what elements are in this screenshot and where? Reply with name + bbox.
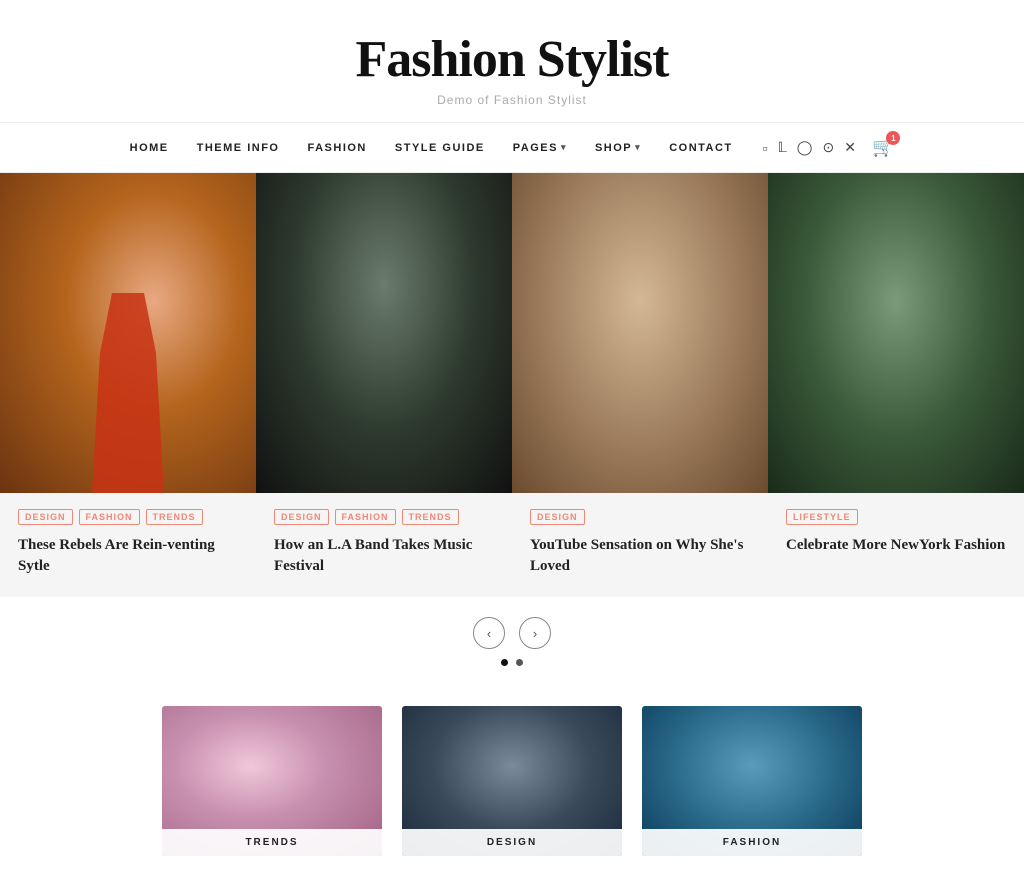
card-3-content: DESIGN YouTube Sensation on Why She's Lo… — [512, 493, 768, 597]
instagram-icon[interactable]: ◯ — [797, 139, 813, 156]
card-3-tags: DESIGN — [530, 509, 750, 525]
card-3-title: YouTube Sensation on Why She's Loved — [530, 535, 750, 577]
nav-fashion[interactable]: FASHION — [307, 142, 366, 154]
card-1-content: DESIGN FASHION TRENDS These Rebels Are R… — [0, 493, 256, 597]
carousel-track: DESIGN FASHION TRENDS These Rebels Are R… — [0, 173, 1024, 597]
nav-contact[interactable]: CONTACT — [669, 142, 732, 154]
carousel-card-4[interactable]: LIFESTYLE Celebrate More NewYork Fashion — [768, 173, 1024, 597]
carousel-card-1[interactable]: DESIGN FASHION TRENDS These Rebels Are R… — [0, 173, 256, 597]
carousel-next-button[interactable]: › — [519, 617, 551, 649]
grid-card-fashion[interactable]: FASHION — [642, 706, 862, 856]
pages-chevron-icon: ▾ — [561, 142, 567, 153]
card-1-image — [0, 173, 256, 493]
grid-label-design: DESIGN — [402, 829, 622, 856]
card-2-content: DESIGN FASHION TRENDS How an L.A Band Ta… — [256, 493, 512, 597]
nav-theme-info[interactable]: THEME INFO — [197, 142, 280, 154]
tag-design[interactable]: DESIGN — [18, 509, 73, 525]
card-2-tags: DESIGN FASHION TRENDS — [274, 509, 494, 525]
carousel-card-3[interactable]: DESIGN YouTube Sensation on Why She's Lo… — [512, 173, 768, 597]
twitter-icon[interactable]: 𝕃 — [778, 139, 787, 156]
carousel-section: DESIGN FASHION TRENDS These Rebels Are R… — [0, 173, 1024, 676]
nav-social: ▫ 𝕃 ◯ ⊙ ✕ 🛒 1 — [763, 137, 895, 158]
nav-links: HOME THEME INFO FASHION STYLE GUIDE PAGE… — [130, 142, 733, 154]
grid-card-design[interactable]: DESIGN — [402, 706, 622, 856]
tag-design-3[interactable]: DESIGN — [530, 509, 585, 525]
cart-badge: 1 — [886, 131, 900, 145]
cart-icon[interactable]: 🛒 1 — [872, 137, 894, 158]
shop-chevron-icon: ▾ — [635, 142, 641, 153]
pinterest-icon[interactable]: ⊙ — [822, 139, 834, 156]
site-title: Fashion Stylist — [20, 30, 1004, 89]
card-2-title: How an L.A Band Takes Music Festival — [274, 535, 494, 577]
site-header: Fashion Stylist Demo of Fashion Stylist — [0, 0, 1024, 123]
site-tagline: Demo of Fashion Stylist — [20, 93, 1004, 107]
facebook-icon[interactable]: ▫ — [763, 140, 768, 156]
grid-label-fashion: FASHION — [642, 829, 862, 856]
tag-lifestyle[interactable]: LIFESTYLE — [786, 509, 858, 525]
card-1-title: These Rebels Are Rein-venting Sytle — [18, 535, 238, 577]
tag-fashion-2[interactable]: FASHION — [335, 509, 396, 525]
tag-design-2[interactable]: DESIGN — [274, 509, 329, 525]
carousel-arrows: ‹ › — [0, 617, 1024, 649]
carousel-nav: ‹ › — [0, 597, 1024, 676]
dot-1[interactable] — [501, 659, 508, 666]
card-4-content: LIFESTYLE Celebrate More NewYork Fashion — [768, 493, 1024, 576]
nav-home[interactable]: HOME — [130, 142, 169, 154]
nav-shop[interactable]: SHOP ▾ — [595, 142, 641, 154]
grid-card-trends[interactable]: TRENDS — [162, 706, 382, 856]
main-nav: HOME THEME INFO FASHION STYLE GUIDE PAGE… — [0, 123, 1024, 173]
prev-arrow-icon: ‹ — [487, 626, 491, 641]
nav-pages[interactable]: PAGES ▾ — [513, 142, 567, 154]
carousel-prev-button[interactable]: ‹ — [473, 617, 505, 649]
next-arrow-icon: › — [533, 626, 537, 641]
tag-trends[interactable]: TRENDS — [146, 509, 203, 525]
card-4-image — [768, 173, 1024, 493]
nav-style-guide[interactable]: STYLE GUIDE — [395, 142, 485, 154]
card-3-image — [512, 173, 768, 493]
grid-label-trends: TRENDS — [162, 829, 382, 856]
tag-trends-2[interactable]: TRENDS — [402, 509, 459, 525]
carousel-card-2[interactable]: DESIGN FASHION TRENDS How an L.A Band Ta… — [256, 173, 512, 597]
x-icon[interactable]: ✕ — [844, 139, 856, 156]
card-2-image — [256, 173, 512, 493]
tag-fashion[interactable]: FASHION — [79, 509, 140, 525]
card-4-title: Celebrate More NewYork Fashion — [786, 535, 1006, 556]
card-1-tags: DESIGN FASHION TRENDS — [18, 509, 238, 525]
dot-2[interactable] — [516, 659, 523, 666]
bottom-grid-section: TRENDS DESIGN FASHION — [0, 676, 1024, 896]
carousel-dots — [0, 659, 1024, 666]
card-4-tags: LIFESTYLE — [786, 509, 1006, 525]
